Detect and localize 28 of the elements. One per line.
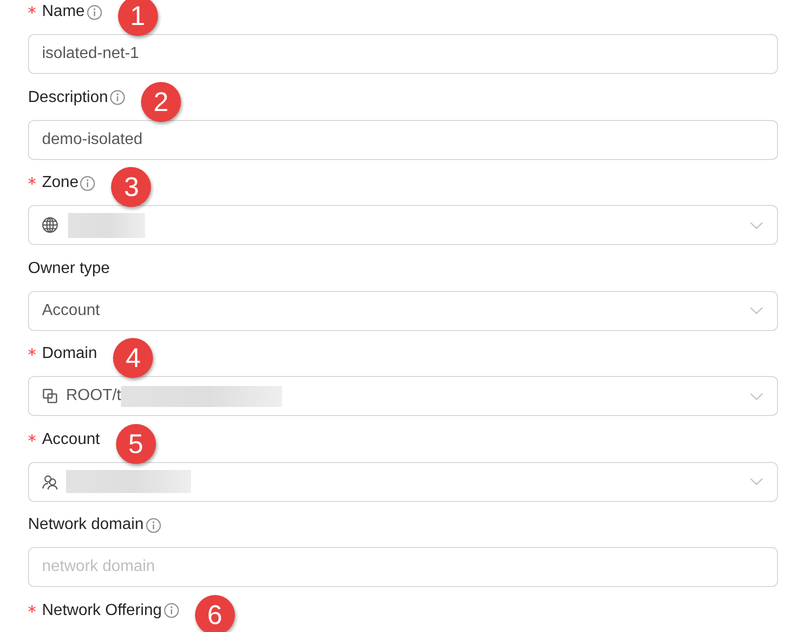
domain-select[interactable]: ROOT/t: [28, 376, 778, 416]
field-label: Owner type: [28, 258, 110, 278]
globe-icon: [42, 217, 58, 233]
callout-number: 1: [118, 0, 158, 36]
callout-number: 3: [111, 167, 152, 207]
field-label: Network domain: [28, 515, 144, 535]
field-label: Account: [42, 430, 100, 450]
select-field[interactable]: Account: [28, 290, 778, 330]
field-label: Description: [28, 88, 108, 108]
text-input[interactable]: isolated-net-1: [28, 34, 778, 74]
field-label: Network Offering: [42, 600, 162, 620]
chevron-down-icon: [750, 392, 763, 400]
overlapping-squares-icon: [42, 388, 58, 404]
chevron-down-icon: [750, 307, 763, 314]
users-icon: [42, 474, 58, 490]
field-label: Zone: [42, 173, 78, 193]
callout-number: 4: [113, 338, 154, 378]
chevron-down-icon: [750, 222, 763, 228]
text-input[interactable]: network domain: [28, 547, 778, 587]
field-label: Domain: [42, 344, 98, 364]
callout-number: 6: [194, 594, 235, 632]
callout-number: 2: [141, 82, 182, 122]
zone-select[interactable]: [28, 205, 778, 245]
field-label: Name: [42, 2, 85, 22]
account-select[interactable]: [28, 462, 778, 502]
callout-number: 5: [116, 424, 156, 464]
text-input[interactable]: demo-isolated: [28, 120, 778, 160]
chevron-down-icon: [750, 478, 763, 485]
